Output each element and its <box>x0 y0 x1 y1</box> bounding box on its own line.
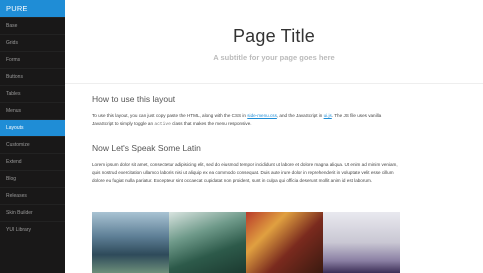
paragraph-text: , and the JavaScript in <box>276 113 324 118</box>
ui-js-link[interactable]: ui.js <box>324 113 332 118</box>
photo-market-fabrics <box>246 212 323 273</box>
paragraph-text: class that makes the menu responsive. <box>170 121 252 126</box>
sidebar-item-yui-library[interactable]: YUI Library <box>0 221 65 238</box>
brand-logo-link[interactable]: PURE <box>0 0 65 17</box>
page-header: Page Title A subtitle for your page goes… <box>65 0 483 84</box>
sidebar-item-base[interactable]: Base <box>0 17 65 34</box>
photo-gallery <box>92 212 400 273</box>
sidebar-item-layouts[interactable]: Layouts <box>0 119 65 136</box>
active-class-code: active <box>154 122 171 127</box>
how-to-use-paragraph: To use this layout, you can just copy pa… <box>92 112 400 129</box>
sidebar-item-releases[interactable]: Releases <box>0 187 65 204</box>
side-menu-css-link[interactable]: side-menu.css <box>247 113 277 118</box>
sidebar-item-extend[interactable]: Extend <box>0 153 65 170</box>
sidebar-item-buttons[interactable]: Buttons <box>0 68 65 85</box>
sidebar-item-skin-builder[interactable]: Skin Builder <box>0 204 65 221</box>
latin-paragraph: Lorem ipsum dolor sit amet, consectetur … <box>92 162 398 183</box>
photo-snowy-mountain <box>323 212 400 273</box>
section-heading-how-to-use: How to use this layout <box>92 94 176 104</box>
page-title: Page Title <box>232 26 316 46</box>
sidebar-item-menus[interactable]: Menus <box>0 102 65 119</box>
page-subtitle: A subtitle for your page goes here <box>213 53 335 62</box>
sidebar-menu-list: Base Grids Forms Buttons Tables Menus La… <box>0 17 65 238</box>
sidebar-menu: PURE Base Grids Forms Buttons Tables Men… <box>0 0 65 273</box>
paragraph-text: To use this layout, you can just copy pa… <box>92 113 248 118</box>
sidebar-item-grids[interactable]: Grids <box>0 34 65 51</box>
photo-mountain-lake <box>92 212 169 273</box>
sidebar-item-blog[interactable]: Blog <box>0 170 65 187</box>
content-body: How to use this layout To use this layou… <box>92 94 400 185</box>
sidebar-item-customize[interactable]: Customize <box>0 136 65 153</box>
sidebar-item-tables[interactable]: Tables <box>0 85 65 102</box>
sidebar-item-forms[interactable]: Forms <box>0 51 65 68</box>
section-heading-latin: Now Let's Speak Some Latin <box>92 143 201 153</box>
photo-forest-trees <box>169 212 246 273</box>
